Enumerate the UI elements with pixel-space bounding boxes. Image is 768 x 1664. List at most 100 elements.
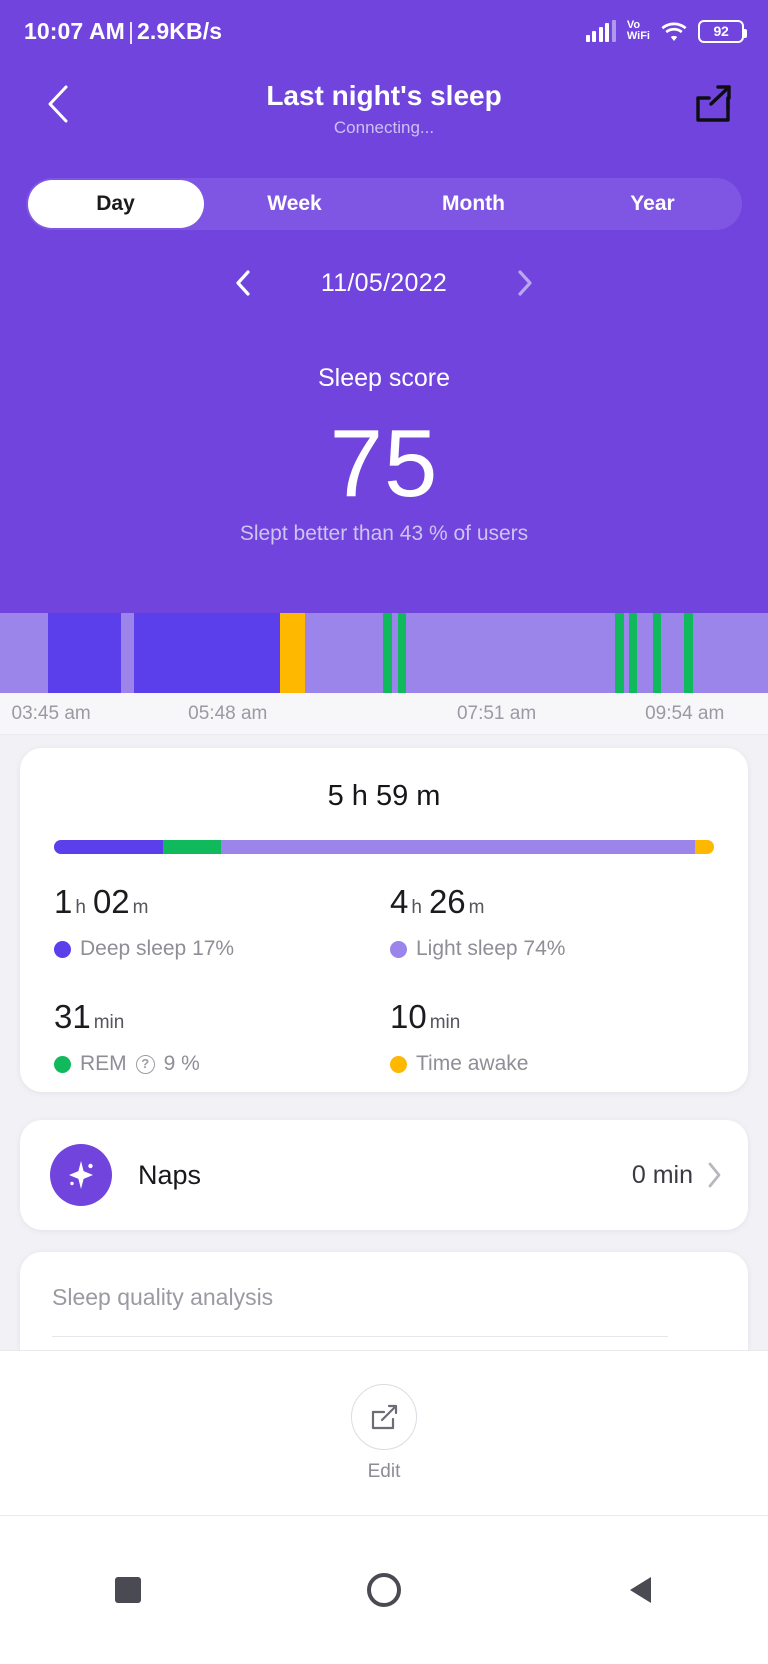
stat-rem[interactable]: 31 min REM ? 9 % <box>54 997 390 1078</box>
rem-dot-icon <box>54 1055 71 1073</box>
current-date[interactable]: 11/05/2022 <box>296 269 472 298</box>
hypnogram-segment-light <box>0 613 48 693</box>
square-icon <box>115 1577 141 1603</box>
hypnogram-segment-light <box>304 613 384 693</box>
hypnogram-segment-light <box>406 613 616 693</box>
home-button[interactable] <box>344 1550 424 1630</box>
stat-label: Deep sleep 17% <box>80 937 235 960</box>
stat-minutes: 02 <box>92 883 130 920</box>
hypnogram-segment-light <box>637 613 653 693</box>
tab-month[interactable]: Month <box>384 178 563 230</box>
stacked-bar-segment <box>694 840 714 854</box>
hypnogram-segment-light <box>692 613 768 693</box>
back-button-system[interactable] <box>600 1550 680 1630</box>
stat-time-awake[interactable]: 10 min Time awake <box>390 997 726 1078</box>
chevron-right-icon <box>518 270 532 296</box>
chevron-left-icon <box>236 270 250 296</box>
status-time: 10:07 AM <box>24 17 125 44</box>
naps-card[interactable]: Naps 0 min <box>20 1120 748 1230</box>
stat-label-row: REM ? 9 % <box>54 1050 390 1078</box>
tab-day[interactable]: Day <box>26 178 205 230</box>
edit-button[interactable] <box>351 1383 417 1450</box>
triangle-back-icon <box>630 1577 651 1603</box>
hypnogram-segment-rem <box>628 613 638 693</box>
deep-sleep-dot-icon <box>54 940 71 958</box>
hypnogram-segment-light <box>120 613 134 693</box>
circle-icon <box>367 1573 401 1607</box>
sleep-stages-stacked-bar <box>54 840 714 854</box>
stacked-bar-segment <box>54 840 163 854</box>
share-external-icon <box>696 85 731 122</box>
total-sleep-duration: 5 h 59 m <box>327 780 441 812</box>
sleep-stages-chart[interactable] <box>0 613 768 693</box>
sleep-score-label: Sleep score <box>317 364 451 392</box>
recents-button[interactable] <box>88 1550 168 1630</box>
stats-row-1: 1 h 02 m Deep sleep 17% 4 h 26 m Light sleep 7… <box>54 882 726 963</box>
hypnogram-segment-light <box>661 613 685 693</box>
stat-minutes-unit: min <box>93 1012 125 1033</box>
naps-value: 0 min <box>631 1160 693 1189</box>
analysis-title: Sleep quality analysis <box>52 1284 274 1310</box>
status-bar: 10:07 AM | 2.9KB/s Vo WiFi 92 <box>0 0 768 62</box>
stat-minutes-unit: m <box>132 897 149 918</box>
stat-minutes: 26 <box>428 883 466 920</box>
app-header: Last night's sleep Connecting... <box>0 62 768 154</box>
header-titles: Last night's sleep Connecting... <box>0 62 768 139</box>
stat-label: Time awake <box>416 1052 529 1075</box>
hypnogram-segment-rem <box>615 613 624 693</box>
next-day-button[interactable] <box>508 266 542 300</box>
stat-label-suffix: 9 % <box>163 1052 200 1075</box>
sparkle-icon <box>50 1144 112 1206</box>
bottom-action-bar: Edit <box>0 1350 768 1515</box>
edit-label: Edit <box>367 1460 401 1482</box>
naps-value-group: 0 min <box>632 1161 722 1190</box>
page-title: Last night's sleep <box>266 80 502 111</box>
stat-minutes: 10 <box>390 998 427 1035</box>
stat-minutes-unit: m <box>468 897 485 918</box>
back-button[interactable] <box>30 76 86 132</box>
android-navigation-bar <box>0 1515 768 1664</box>
analysis-divider <box>52 1336 668 1337</box>
connection-status: Connecting... <box>333 118 435 137</box>
edit-pencil-icon <box>371 1404 398 1429</box>
chevron-left-icon <box>48 85 68 123</box>
hypnogram-segment-rem <box>383 613 392 693</box>
status-bar-right: Vo WiFi 92 <box>585 19 747 43</box>
rem-info-icon[interactable]: ? <box>135 1054 155 1074</box>
sleep-score-value: 75 <box>329 410 439 517</box>
tab-year[interactable]: Year <box>563 178 742 230</box>
period-tabs: Day Week Month Year <box>26 178 742 230</box>
sleep-chart-time-axis: 03:45 am 05:48 am 07:51 am 09:54 am <box>0 693 768 735</box>
previous-day-button[interactable] <box>226 266 260 300</box>
axis-tick-label: 09:54 am <box>645 703 725 724</box>
stat-label-row: Light sleep 74% <box>390 935 726 963</box>
hypnogram-segment-rem <box>397 613 407 693</box>
status-network-speed: 2.9KB/s <box>137 17 223 44</box>
stat-light-sleep[interactable]: 4 h 26 m Light sleep 74% <box>390 882 726 963</box>
stat-label-row: Deep sleep 17% <box>54 935 390 963</box>
sleep-quality-analysis-card[interactable]: Sleep quality analysis <box>20 1252 748 1360</box>
hero-section: 10:07 AM | 2.9KB/s Vo WiFi 92 Last night… <box>0 0 768 613</box>
status-separator: | <box>127 17 135 44</box>
stat-label-prefix: REM <box>80 1052 127 1075</box>
stats-row-2: 31 min REM ? 9 % 10 min Time awake <box>54 997 726 1078</box>
stat-hours-unit: h <box>75 897 86 918</box>
axis-tick-label: 07:51 am <box>456 703 537 724</box>
stat-minutes: 31 <box>54 998 91 1035</box>
naps-label: Naps <box>138 1159 202 1190</box>
stacked-bar-segment <box>220 840 695 854</box>
sleep-score-comparison: Slept better than 43 % of users <box>239 522 529 545</box>
share-button[interactable] <box>686 76 742 132</box>
hypnogram-segment-awake <box>279 613 305 693</box>
axis-tick-label: 05:48 am <box>188 703 268 724</box>
hypnogram-segment-rem <box>652 613 662 693</box>
stat-value: 1 h 02 m <box>54 882 390 928</box>
tab-week[interactable]: Week <box>205 178 384 230</box>
hypnogram-segment-deep <box>133 613 280 693</box>
chevron-right-icon <box>708 1162 721 1188</box>
sleep-summary-card: 5 h 59 m 1 h 02 m Deep sleep 17% 4 h 26 m <box>20 748 748 1092</box>
stat-value: 31 min <box>54 997 390 1043</box>
awake-dot-icon <box>390 1055 407 1073</box>
stat-deep-sleep[interactable]: 1 h 02 m Deep sleep 17% <box>54 882 390 963</box>
axis-tick-label: 03:45 am <box>11 703 91 724</box>
